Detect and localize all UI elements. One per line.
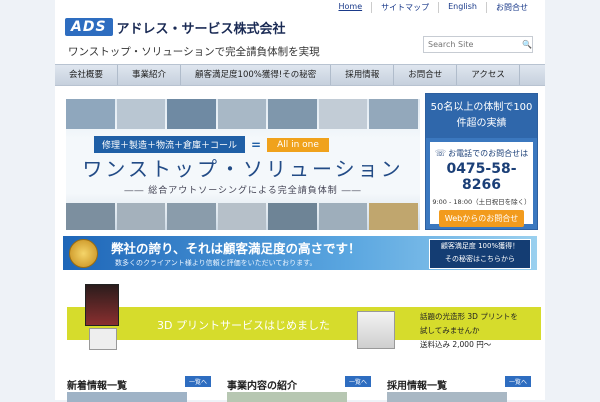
service-formula: 修理＋製造＋物流＋倉庫＋コール = All in one: [94, 136, 329, 153]
contact-sidebar: 50名以上の体制で100件超の実績 ☏ お電話でのお問合せは 0475-58-82…: [425, 93, 538, 230]
column-business: 事業内容の紹介 一覧へ: [227, 374, 371, 402]
formula-services: 修理＋製造＋物流＋倉庫＋コール: [94, 136, 246, 153]
column-business-more-button[interactable]: 一覧へ: [344, 376, 371, 387]
print-details: 話題の光造形 3D プリントを 試してみませんか 送料込み 2,000 円～: [420, 310, 518, 352]
red-printer-image: [85, 284, 119, 326]
nav-item-recruit[interactable]: 採用情報: [331, 65, 395, 85]
sidebar-heading: 50名以上の体制で100件超の実績: [426, 94, 537, 138]
column-news: 新着情報一覧 一覧へ: [67, 374, 211, 402]
nav-item-company[interactable]: 会社概要: [55, 65, 119, 85]
search-icon[interactable]: 🔍: [522, 40, 532, 49]
nav-item-business[interactable]: 事業紹介: [118, 65, 182, 85]
main-nav: 会社概要 事業紹介 顧客満足度100%獲得!その秘密 採用情報 お問合せ アクセ…: [55, 64, 545, 86]
print-line-1: 話題の光造形 3D プリントを: [420, 312, 518, 321]
column-news-more-button[interactable]: 一覧へ: [184, 376, 211, 387]
hero-banner[interactable]: 修理＋製造＋物流＋倉庫＋コール = All in one ワンストップ・ソリュー…: [66, 99, 420, 230]
satisfaction-box-line2: その秘密はこちらから: [445, 255, 515, 263]
column-business-title: 事業内容の紹介: [227, 381, 297, 392]
nav-item-satisfaction[interactable]: 顧客満足度100%獲得!その秘密: [181, 65, 332, 85]
top-links: Home サイトマップ English お問合せ: [329, 2, 537, 13]
formula-all-in-one: All in one: [267, 137, 329, 152]
column-recruit-image: [387, 392, 507, 402]
top-link-contact[interactable]: お問合せ: [486, 2, 537, 13]
top-link-home[interactable]: Home: [329, 2, 371, 13]
column-news-image: [67, 392, 187, 402]
phone-label-text: お電話でのお問合せは: [448, 149, 529, 158]
satisfaction-banner[interactable]: 弊社の誇り、それは顧客満足度の高さです！ 数多くのクライアント様より信頼と評価を…: [63, 236, 537, 270]
nav-item-access[interactable]: アクセス: [457, 65, 520, 85]
hero-photo-strip-top: [66, 99, 420, 129]
product-box-image: [89, 328, 117, 350]
logo-text: アドレス・サービス株式会社: [116, 21, 286, 37]
web-contact-button[interactable]: Webからのお問合せ: [438, 210, 525, 227]
phone-label: ☏ お電話でのお問合せは: [430, 142, 533, 159]
top-link-sitemap[interactable]: サイトマップ: [371, 2, 438, 13]
3d-print-banner[interactable]: 3D プリントサービスはじめました 話題の光造形 3D プリントを 試してみませ…: [67, 284, 541, 356]
company-logo[interactable]: ADS アドレス・サービス株式会社: [65, 17, 286, 37]
column-recruit: 採用情報一覧 一覧へ: [387, 374, 531, 402]
satisfaction-subtitle: 数多くのクライアント様より信頼と評価をいただいております。: [115, 259, 317, 267]
column-recruit-title: 採用情報一覧: [387, 381, 447, 392]
sidebar-contact-panel: ☏ お電話でのお問合せは 0475-58-8266 9:00 - 18:00（土日…: [430, 142, 533, 227]
tagline: ワンストップ・ソリューションで完全請負体制を実現: [68, 46, 320, 58]
white-printer-image: [357, 311, 395, 349]
search-input[interactable]: [424, 40, 522, 49]
column-news-title: 新着情報一覧: [67, 381, 127, 392]
phone-number[interactable]: 0475-58-8266: [430, 161, 533, 193]
top-link-english[interactable]: English: [438, 2, 486, 13]
page: ADS アドレス・サービス株式会社 ワンストップ・ソリューションで完全請負体制を…: [55, 0, 545, 402]
hero-subtitle: ―― 総合アウトソーシングによる完全請負体制 ――: [124, 186, 362, 196]
print-line-2: 試してみませんか: [420, 326, 480, 335]
hero-title: ワンストップ・ソリューション: [82, 157, 404, 181]
logo-mark: ADS: [65, 18, 113, 36]
print-line-3: 送料込み 2,000 円～: [420, 340, 492, 349]
column-business-image: [227, 392, 347, 402]
nav-item-contact[interactable]: お問合せ: [394, 65, 458, 85]
medal-icon: [69, 239, 98, 268]
satisfaction-title: 弊社の誇り、それは顧客満足度の高さです！: [111, 241, 361, 256]
formula-equals: =: [251, 137, 262, 152]
satisfaction-link-box[interactable]: 顧客満足度 100%獲得！ その秘密はこちらから: [429, 239, 531, 269]
search-box: 🔍: [423, 36, 533, 53]
business-hours: 9:00 - 18:00（土日祝日を除く）: [432, 198, 531, 206]
phone-icon: ☏: [434, 149, 447, 159]
hero-photo-strip-bottom: [66, 203, 420, 230]
print-title: 3D プリントサービスはじめました: [157, 319, 330, 332]
satisfaction-box-line1: 顧客満足度 100%獲得！: [440, 242, 520, 250]
section-columns: 新着情報一覧 一覧へ 事業内容の紹介 一覧へ 採用情報一覧 一覧へ: [67, 374, 541, 402]
column-recruit-more-button[interactable]: 一覧へ: [504, 376, 531, 387]
